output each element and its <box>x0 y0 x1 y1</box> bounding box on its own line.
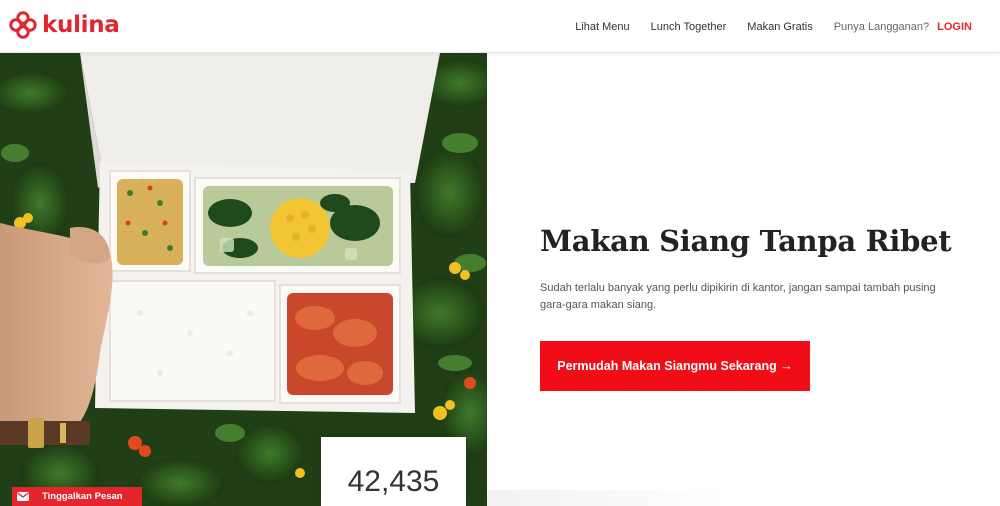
hero-subtitle: Sudah terlalu banyak yang perlu dipikiri… <box>540 282 936 311</box>
leave-message-tab[interactable]: Tinggalkan Pesan <box>12 487 142 506</box>
leave-message-label: Tinggalkan Pesan <box>42 491 123 502</box>
mail-icon <box>12 487 34 506</box>
top-header: kulina Lihat Menu Lunch Together Makan G… <box>0 0 1000 53</box>
kulina-logo-icon <box>9 11 37 39</box>
meal-counter-card: 42,435 <box>321 437 466 506</box>
nav-lihat-menu[interactable]: Lihat Menu <box>575 21 629 33</box>
kulina-logo[interactable]: kulina <box>8 10 120 40</box>
brand-name: kulina <box>42 12 120 38</box>
bottom-shadow <box>487 490 727 506</box>
login-link[interactable]: LOGIN <box>937 21 972 33</box>
cta-button[interactable]: Permudah Makan Siangmu Sekarang → <box>540 341 810 391</box>
nav-lunch-together[interactable]: Lunch Together <box>651 21 727 33</box>
nav-makan-gratis[interactable]: Makan Gratis <box>747 21 812 33</box>
hero-title: Makan Siang Tanpa Ribet <box>540 224 952 258</box>
meal-counter-value: 42,435 <box>347 465 440 498</box>
subscription-prompt: Punya Langganan? <box>833 20 930 33</box>
main-nav: Lihat Menu Lunch Together Makan Gratis P… <box>554 0 972 53</box>
